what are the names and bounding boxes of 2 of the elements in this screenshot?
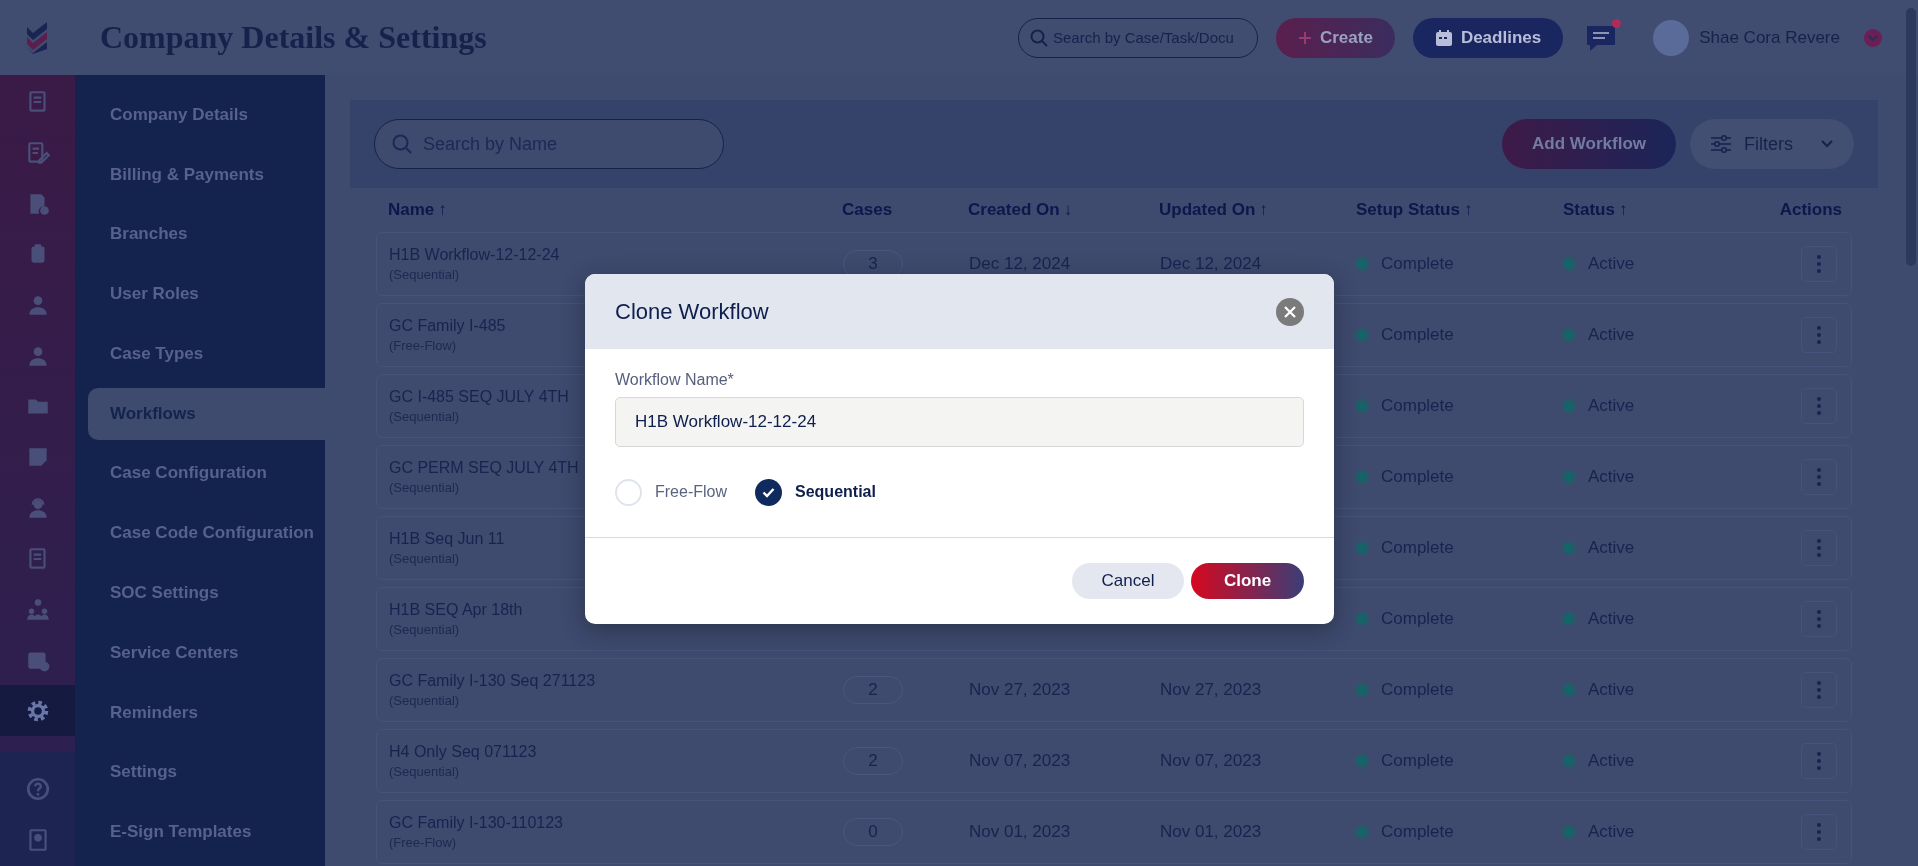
dialog-title: Clone Workflow	[615, 298, 769, 325]
field-label: Workflow Name*	[615, 371, 735, 389]
